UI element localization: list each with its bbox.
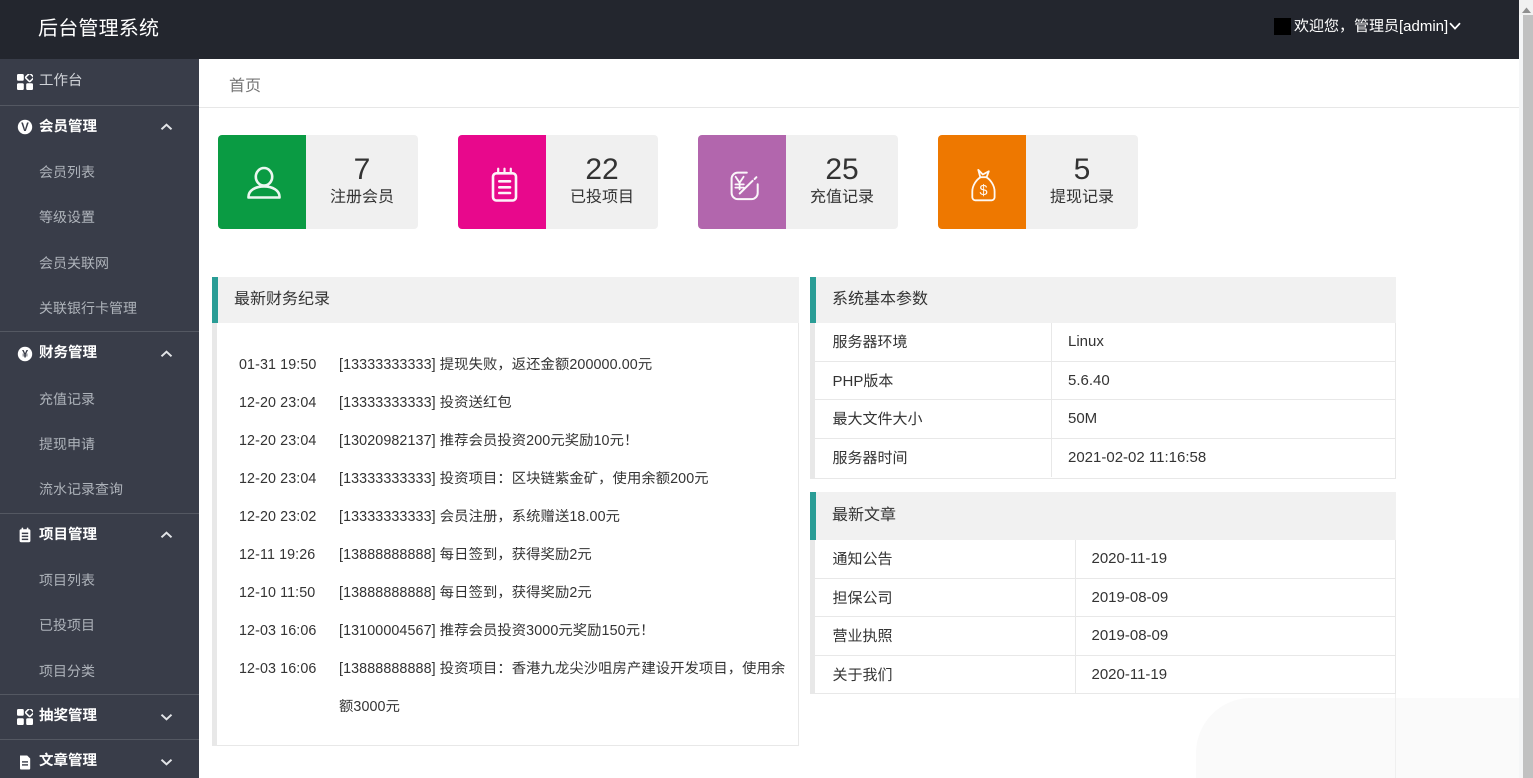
svg-text:¥: ¥ — [22, 349, 29, 361]
svg-text:$: $ — [979, 183, 987, 199]
svg-text:V: V — [21, 122, 29, 134]
